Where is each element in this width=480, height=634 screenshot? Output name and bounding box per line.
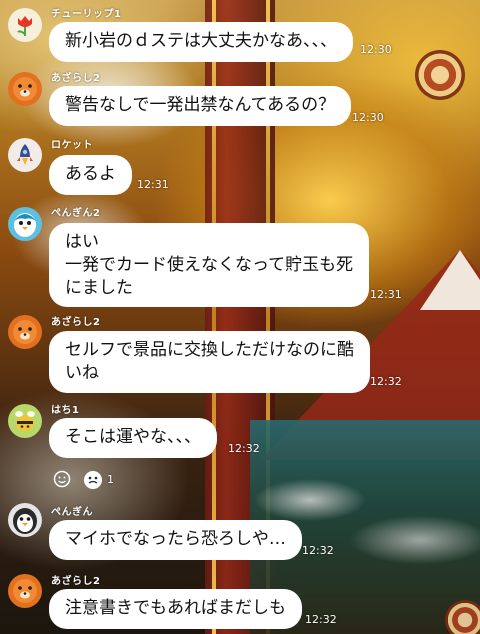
sender-name: チューリップ1 (51, 9, 122, 20)
penguin-icon[interactable] (8, 207, 42, 241)
message-time: 12:32 (305, 613, 337, 626)
message-time: 12:32 (228, 442, 260, 455)
penguin-icon[interactable] (8, 503, 42, 537)
message-bubble[interactable]: そこは運やな、、、 (49, 418, 217, 458)
sender-name: あざらし2 (51, 317, 101, 328)
seal-icon[interactable] (8, 574, 42, 608)
sender-name: ぺんぎん2 (51, 208, 101, 219)
message-bubble[interactable]: マイホでなったら恐ろしや… (49, 520, 302, 560)
seal-icon[interactable] (8, 72, 42, 106)
rocket-icon[interactable] (8, 138, 42, 172)
sticker-face-icon[interactable] (83, 470, 103, 490)
sender-name: あざらし2 (51, 73, 101, 84)
wallpaper-snowcap (420, 250, 480, 310)
wallpaper-medallion (445, 600, 480, 634)
bee-icon[interactable] (8, 404, 42, 438)
message-bubble[interactable]: あるよ (49, 155, 132, 195)
message-bubble[interactable]: 警告なしで一発出禁なんてあるの？ (49, 86, 352, 126)
sender-name: あざらし2 (51, 576, 101, 587)
message-time: 12:30 (352, 111, 384, 124)
message-time: 12:32 (370, 375, 402, 388)
message-bubble[interactable]: 注意書きでもあればまだしも (49, 589, 302, 629)
sender-name: ロケット (51, 140, 93, 151)
smile-icon[interactable] (53, 470, 71, 488)
seal-icon[interactable] (8, 315, 42, 349)
message-bubble[interactable]: 新小岩のｄステは大丈夫かなあ、、、 (49, 22, 353, 62)
message-time: 12:31 (137, 178, 169, 191)
message-time: 12:30 (360, 43, 392, 56)
message-bubble[interactable]: はい 一発でカード使えなくなって貯玉も死 にました (49, 223, 370, 307)
sender-name: はち1 (51, 405, 80, 416)
message-bubble[interactable]: セルフで景品に交換しただけなのに酷 いね (49, 331, 370, 393)
chat-screen: チューリップ1 新小岩のｄステは大丈夫かなあ、、、 12:30 あざらし2 警告… (0, 0, 480, 634)
message-time: 12:32 (302, 544, 334, 557)
sender-name: ぺんぎん (51, 507, 93, 518)
wallpaper-medallion (415, 50, 465, 100)
message-time: 12:31 (370, 288, 402, 301)
reaction-count: 1 (107, 473, 114, 486)
tulip-icon[interactable] (8, 8, 42, 42)
